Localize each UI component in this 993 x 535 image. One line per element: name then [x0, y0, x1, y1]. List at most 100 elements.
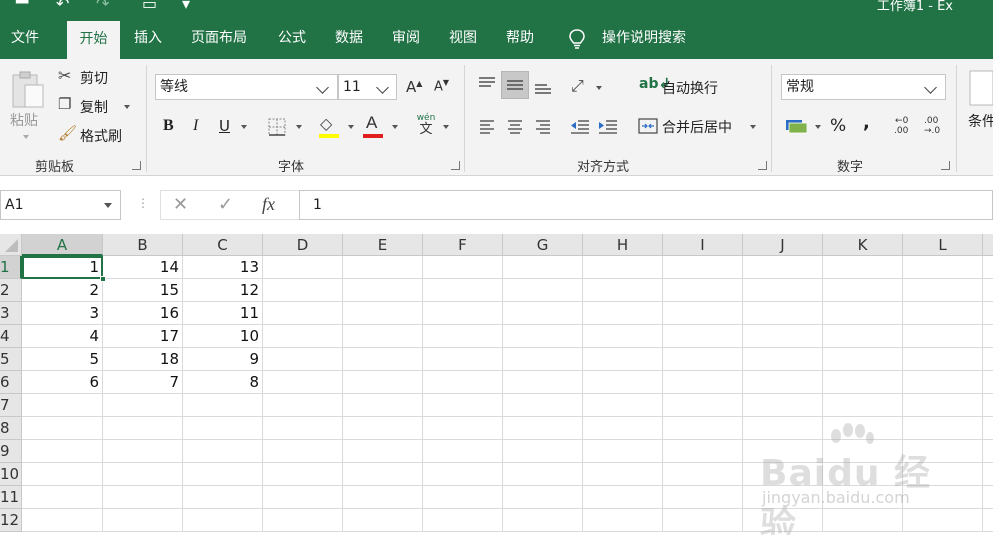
- cell[interactable]: [903, 302, 983, 325]
- cell[interactable]: 4: [22, 325, 103, 348]
- shrink-font-icon[interactable]: A▼: [434, 78, 449, 94]
- customize-icon[interactable]: ▾: [182, 0, 190, 13]
- column-header[interactable]: A: [22, 234, 103, 256]
- cell[interactable]: [583, 325, 663, 348]
- cell[interactable]: [423, 279, 503, 302]
- cancel-icon[interactable]: ✕: [173, 194, 188, 215]
- cell[interactable]: [983, 371, 993, 394]
- cell[interactable]: [743, 256, 823, 279]
- cell[interactable]: [503, 509, 583, 532]
- cell[interactable]: [263, 325, 343, 348]
- cell[interactable]: [263, 440, 343, 463]
- font-color-dropdown-icon[interactable]: [392, 125, 398, 129]
- increase-indent-icon[interactable]: [598, 118, 618, 134]
- cell[interactable]: [263, 417, 343, 440]
- cell[interactable]: [983, 486, 993, 509]
- column-header[interactable]: C: [183, 234, 263, 256]
- cell[interactable]: [983, 302, 993, 325]
- column-header[interactable]: L: [903, 234, 983, 256]
- tab-help[interactable]: 帮助: [500, 18, 540, 59]
- cell[interactable]: [583, 302, 663, 325]
- cell[interactable]: [423, 509, 503, 532]
- cell[interactable]: [823, 394, 903, 417]
- cell[interactable]: [823, 325, 903, 348]
- merge-dropdown-icon[interactable]: [750, 125, 756, 129]
- cell[interactable]: [663, 417, 743, 440]
- cell[interactable]: [423, 486, 503, 509]
- cell[interactable]: [583, 371, 663, 394]
- merge-center-button[interactable]: 合并后居中: [662, 117, 732, 137]
- column-header[interactable]: E: [343, 234, 423, 256]
- cell[interactable]: [503, 463, 583, 486]
- cell[interactable]: [503, 256, 583, 279]
- borders-dropdown-icon[interactable]: [296, 125, 302, 129]
- cell[interactable]: [743, 302, 823, 325]
- cell[interactable]: [663, 325, 743, 348]
- cell[interactable]: 17: [103, 325, 183, 348]
- tab-file[interactable]: 文件: [5, 18, 45, 59]
- column-header[interactable]: F: [423, 234, 503, 256]
- cell[interactable]: [823, 256, 903, 279]
- cell[interactable]: 13: [183, 256, 263, 279]
- cell[interactable]: [903, 279, 983, 302]
- cell[interactable]: [423, 394, 503, 417]
- cell[interactable]: [183, 509, 263, 532]
- cell[interactable]: 14: [103, 256, 183, 279]
- cell[interactable]: 10: [183, 325, 263, 348]
- cell[interactable]: 12: [183, 279, 263, 302]
- cell[interactable]: [183, 486, 263, 509]
- cell[interactable]: 16: [103, 302, 183, 325]
- font-name-select[interactable]: 等线: [155, 74, 338, 100]
- cell[interactable]: 3: [22, 302, 103, 325]
- cell[interactable]: [903, 325, 983, 348]
- cell[interactable]: [823, 302, 903, 325]
- cell[interactable]: [743, 371, 823, 394]
- orientation-dropdown-icon[interactable]: [596, 86, 602, 90]
- cell[interactable]: [503, 302, 583, 325]
- cell[interactable]: 6: [22, 371, 103, 394]
- cell[interactable]: [903, 348, 983, 371]
- cell[interactable]: [103, 486, 183, 509]
- cell[interactable]: [503, 486, 583, 509]
- cell[interactable]: [423, 302, 503, 325]
- cell[interactable]: [983, 325, 993, 348]
- underline-button[interactable]: U: [219, 117, 230, 135]
- chevron-down-icon[interactable]: [104, 203, 112, 208]
- cell[interactable]: [583, 394, 663, 417]
- select-all-button[interactable]: [0, 234, 22, 256]
- cell[interactable]: [22, 486, 103, 509]
- cell[interactable]: [903, 256, 983, 279]
- tab-data[interactable]: 数据: [329, 18, 369, 59]
- cell[interactable]: [503, 325, 583, 348]
- cell[interactable]: [663, 440, 743, 463]
- redo-icon[interactable]: ↷: [96, 0, 109, 13]
- accounting-dropdown-icon[interactable]: [815, 125, 821, 129]
- cell[interactable]: [103, 509, 183, 532]
- cell[interactable]: [823, 371, 903, 394]
- enter-icon[interactable]: ✓: [218, 194, 233, 215]
- cell[interactable]: [103, 463, 183, 486]
- align-right-icon[interactable]: [534, 118, 552, 134]
- cell[interactable]: [22, 394, 103, 417]
- cell[interactable]: [183, 417, 263, 440]
- cell[interactable]: [343, 302, 423, 325]
- insert-function-icon[interactable]: fx: [262, 194, 275, 215]
- row-header[interactable]: 4: [0, 325, 22, 348]
- cell[interactable]: [583, 279, 663, 302]
- active-cell[interactable]: 1: [22, 256, 103, 279]
- phonetic-dropdown-icon[interactable]: [443, 125, 449, 129]
- cell[interactable]: [263, 256, 343, 279]
- cell[interactable]: [503, 440, 583, 463]
- cell[interactable]: [983, 440, 993, 463]
- name-box[interactable]: A1: [0, 190, 121, 220]
- cell[interactable]: [983, 256, 993, 279]
- percent-button[interactable]: %: [830, 116, 846, 136]
- orientation-icon[interactable]: ⤢: [571, 76, 584, 96]
- format-painter-button[interactable]: 格式刷: [80, 126, 122, 146]
- cell[interactable]: [22, 463, 103, 486]
- cell[interactable]: [263, 302, 343, 325]
- align-center-icon[interactable]: [506, 118, 524, 134]
- cell[interactable]: [183, 463, 263, 486]
- grow-font-icon[interactable]: A▲: [406, 78, 422, 96]
- row-header[interactable]: 6: [0, 371, 22, 394]
